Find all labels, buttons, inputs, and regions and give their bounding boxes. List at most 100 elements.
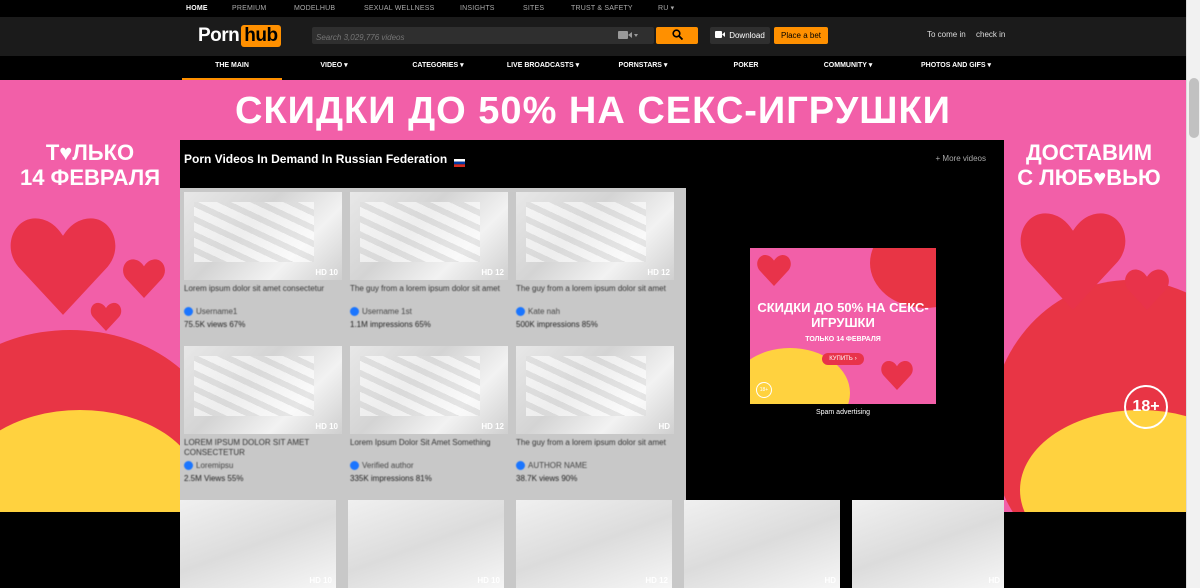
ad-red-shape — [870, 248, 936, 308]
section-title: Porn Videos In Demand In Russian Federat… — [184, 152, 465, 167]
nav-community[interactable]: COMMUNITY ▾ — [806, 56, 890, 80]
video-thumbnail[interactable]: HD — [852, 500, 1004, 588]
top-link-insights[interactable]: INSIGHTS — [460, 0, 523, 17]
hd-badge: HD 10 — [315, 268, 338, 277]
hd-badge: HD 10 — [315, 422, 338, 431]
author-name[interactable]: Verified author — [362, 461, 414, 470]
video-card[interactable]: HD 12 The guy from a lorem ipsum dolor s… — [350, 192, 508, 329]
login-link[interactable]: To come in — [927, 30, 966, 39]
verified-icon — [350, 307, 359, 316]
scrollbar[interactable] — [1186, 0, 1200, 588]
banner-left-text: Т♥ЛЬКО 14 ФЕВРАЛЯ — [0, 140, 180, 190]
nav-live-broadcasts[interactable]: LIVE BROADCASTS ▾ — [492, 56, 594, 80]
video-thumbnail[interactable]: HD 10 — [184, 192, 342, 280]
video-thumbnail[interactable]: HD 12 — [516, 500, 672, 588]
hd-badge: HD 12 — [647, 268, 670, 277]
download-button[interactable]: Download — [710, 27, 770, 44]
scrollbar-thumb[interactable] — [1189, 78, 1199, 138]
video-title[interactable]: Lorem ipsum dolor sit amet consectetur — [184, 284, 342, 304]
video-thumbnail[interactable]: HD 12 — [350, 192, 508, 280]
video-thumbnail[interactable]: HD 10 — [180, 500, 336, 588]
ad-age-badge: 18+ — [756, 382, 772, 398]
top-link-modelhub[interactable]: MODELHUB — [294, 0, 364, 17]
heart-large-right — [1018, 210, 1128, 315]
verified-icon — [350, 461, 359, 470]
logo-text-left: Porn — [198, 25, 240, 46]
browser-frame: HOME PREMIUM MODELHUB SEXUAL WELLNESS IN… — [0, 0, 1200, 588]
video-card[interactable]: HD 10 LOREM IPSUM DOLOR SIT AMET CONSECT… — [184, 346, 342, 483]
video-camera-icon[interactable] — [618, 30, 638, 42]
video-author: Kate nah — [516, 307, 674, 316]
video-thumbnail[interactable]: HD 10 — [348, 500, 504, 588]
hd-badge: HD 10 — [309, 576, 332, 585]
video-title[interactable]: The guy from a lorem ipsum dolor sit ame… — [516, 438, 674, 458]
heart-tiny-left — [90, 302, 122, 336]
nav-photos-gifs[interactable]: PHOTOS AND GIFS ▾ — [906, 56, 1006, 80]
search-button[interactable] — [656, 27, 698, 44]
author-name[interactable]: Username1 — [196, 307, 237, 316]
video-card[interactable]: HD 12 The guy from a lorem ipsum dolor s… — [516, 192, 674, 329]
top-link-sites[interactable]: SITES — [523, 0, 571, 17]
language-selector[interactable]: RU ▾ — [658, 0, 688, 17]
verified-icon — [184, 307, 193, 316]
author-name[interactable]: Kate nah — [528, 307, 560, 316]
top-link-home[interactable]: HOME — [186, 0, 232, 17]
video-title[interactable]: The guy from a lorem ipsum dolor sit ame… — [350, 284, 508, 304]
site-logo[interactable]: Porn hub — [198, 25, 281, 47]
video-title[interactable]: LOREM IPSUM DOLOR SIT AMET CONSECTETUR — [184, 438, 342, 458]
search-icon — [671, 27, 683, 45]
video-stats: 2.5M Views 55% — [184, 474, 244, 483]
video-stats: 335K impressions 81% — [350, 474, 432, 483]
hd-badge: HD — [658, 422, 670, 431]
video-stats: 75.5K views 67% — [184, 320, 246, 329]
video-card[interactable]: HD 12 Lorem Ipsum Dolor Sit Amet Somethi… — [350, 346, 508, 483]
video-title[interactable]: The guy from a lorem ipsum dolor sit ame… — [516, 284, 674, 304]
place-bet-button[interactable]: Place a bet — [774, 27, 828, 44]
banner-headline: СКИДКИ ДО 50% НА СЕКС-ИГРУШКИ — [235, 90, 951, 132]
signup-link[interactable]: check in — [976, 30, 1005, 39]
hd-badge: HD — [824, 576, 836, 585]
logo-text-right: hub — [241, 25, 281, 47]
verified-icon — [516, 307, 525, 316]
hd-badge: HD — [988, 576, 1000, 585]
video-title[interactable]: Lorem Ipsum Dolor Sit Amet Something — [350, 438, 508, 458]
top-link-sexual-wellness[interactable]: SEXUAL WELLNESS — [364, 0, 460, 17]
ad-buy-button[interactable]: КУПИТЬ › — [822, 353, 864, 365]
video-stats: 500K impressions 85% — [516, 320, 598, 329]
search-input[interactable] — [312, 29, 612, 46]
ad-banner[interactable]: СКИДКИ ДО 50% НА СЕКС-ИГРУШКИ ТОЛЬКО 14 … — [750, 248, 936, 404]
next-row-thumbnails: HD 10 HD 10 HD 12 HD HD — [180, 500, 1004, 588]
arrow-right-icon: › — [854, 356, 857, 362]
author-name[interactable]: Loremipsu — [196, 461, 233, 470]
video-thumbnail[interactable]: HD — [684, 500, 840, 588]
nav-categories[interactable]: CATEGORIES ▾ — [398, 56, 478, 80]
nav-pornstars[interactable]: PORNSTARS ▾ — [604, 56, 682, 80]
ad-caption[interactable]: Spam advertising — [750, 409, 936, 416]
video-author: Verified author — [350, 461, 508, 470]
ad-headline: СКИДКИ ДО 50% НА СЕКС-ИГРУШКИ — [757, 300, 929, 330]
video-stats: 1.1M impressions 65% — [350, 320, 431, 329]
top-link-trust-safety[interactable]: TRUST & SAFETY — [571, 0, 658, 17]
video-card[interactable]: HD The guy from a lorem ipsum dolor sit … — [516, 346, 674, 483]
heart-small-left — [122, 258, 166, 303]
video-thumbnail[interactable]: HD 10 — [184, 346, 342, 434]
video-thumbnail[interactable]: HD — [516, 346, 674, 434]
video-thumbnail[interactable]: HD 12 — [516, 192, 674, 280]
nav-poker[interactable]: POKER — [718, 56, 774, 80]
video-author: Username 1st — [350, 307, 508, 316]
video-card[interactable]: HD 10 Lorem ipsum dolor sit amet consect… — [184, 192, 342, 329]
nav-video[interactable]: VIDEO ▾ — [298, 56, 370, 80]
main-nav: THE MAIN VIDEO ▾ CATEGORIES ▾ LIVE BROAD… — [0, 56, 1186, 80]
top-link-premium[interactable]: PREMIUM — [232, 0, 294, 17]
banner-right-text: ДОСТАВИМ С ЛЮБ♥ВЬЮ — [1004, 140, 1174, 190]
author-name[interactable]: Username 1st — [362, 307, 412, 316]
video-thumbnail[interactable]: HD 12 — [350, 346, 508, 434]
download-label: Download — [729, 31, 765, 40]
video-author: Username1 — [184, 307, 342, 316]
author-name[interactable]: AUTHOR NAME — [528, 461, 587, 470]
verified-icon — [184, 461, 193, 470]
more-videos-link[interactable]: + More videos — [936, 154, 986, 163]
nav-main[interactable]: THE MAIN — [182, 56, 282, 80]
top-bar: HOME PREMIUM MODELHUB SEXUAL WELLNESS IN… — [0, 0, 1186, 17]
ad-buy-label: КУПИТЬ — [829, 356, 853, 362]
